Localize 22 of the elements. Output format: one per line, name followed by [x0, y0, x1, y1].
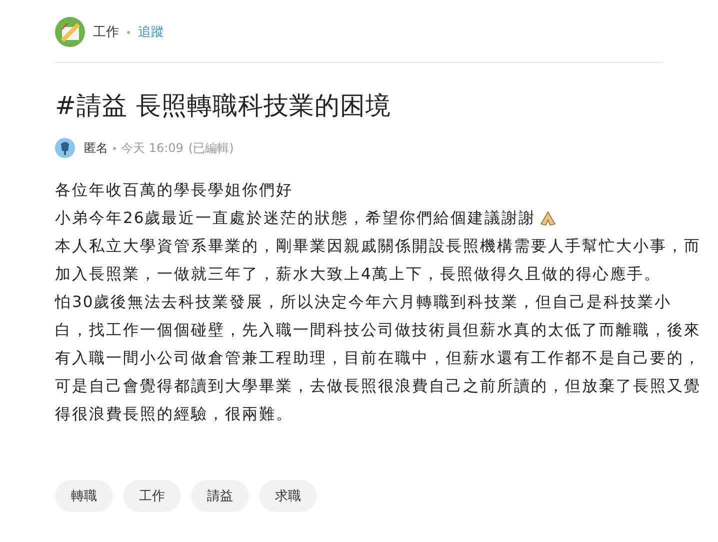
body-text: 可是自己會覺得都讀到大學畢業，去做長照很浪費自己之前所讀的，但放棄了長照又覺 [55, 376, 701, 397]
body-text: 白，找工作一個個碰壁，先入職一間科技公司做技術員但薪水真的太低了而離職，後來 [55, 320, 701, 341]
forum-name[interactable]: 工作 [93, 23, 119, 41]
tag-chip[interactable]: 轉職 [55, 480, 113, 512]
edited-label: (已編輯) [188, 140, 234, 156]
body-text: 得很浪費長照的經驗，很兩難。 [55, 404, 293, 425]
body-text: 怕30歲後無法去科技業發展，所以決定今年六月轉職到科技業，但自己是科技業小 [55, 292, 672, 313]
tag-chip[interactable]: 工作 [123, 480, 181, 512]
body-text: 本人私立大學資管系畢業的，剛畢業因親戚關係開設長照機構需要人手幫忙大小事，而 [55, 236, 701, 257]
tag-chip[interactable]: 請益 [191, 480, 249, 512]
body-text: 有入職一間小公司做倉管兼工程助理，目前在職中，但薪水還有工作都不是自己要的， [55, 348, 701, 369]
avatar-icon [55, 138, 75, 158]
body-text: 加入長照業，一做就三年了，薪水大致上4萬上下，長照做得久且做的得心應手。 [55, 264, 661, 285]
post-time: 今天 16:09 [121, 140, 184, 156]
separator-dot [127, 30, 130, 34]
separator-dot [113, 146, 116, 150]
post-title: #請益 長照轉職科技業的困境 [55, 90, 392, 122]
tag-chip[interactable]: 求職 [259, 480, 317, 512]
forum-logo-icon [55, 17, 85, 47]
author-name: 匿名 [84, 140, 108, 156]
body-text: 各位年收百萬的學長學姐你們好 [55, 180, 293, 201]
body-text: 小弟今年26歲最近一直處於迷茫的狀態，希望你們給個建議謝謝 [55, 208, 536, 229]
